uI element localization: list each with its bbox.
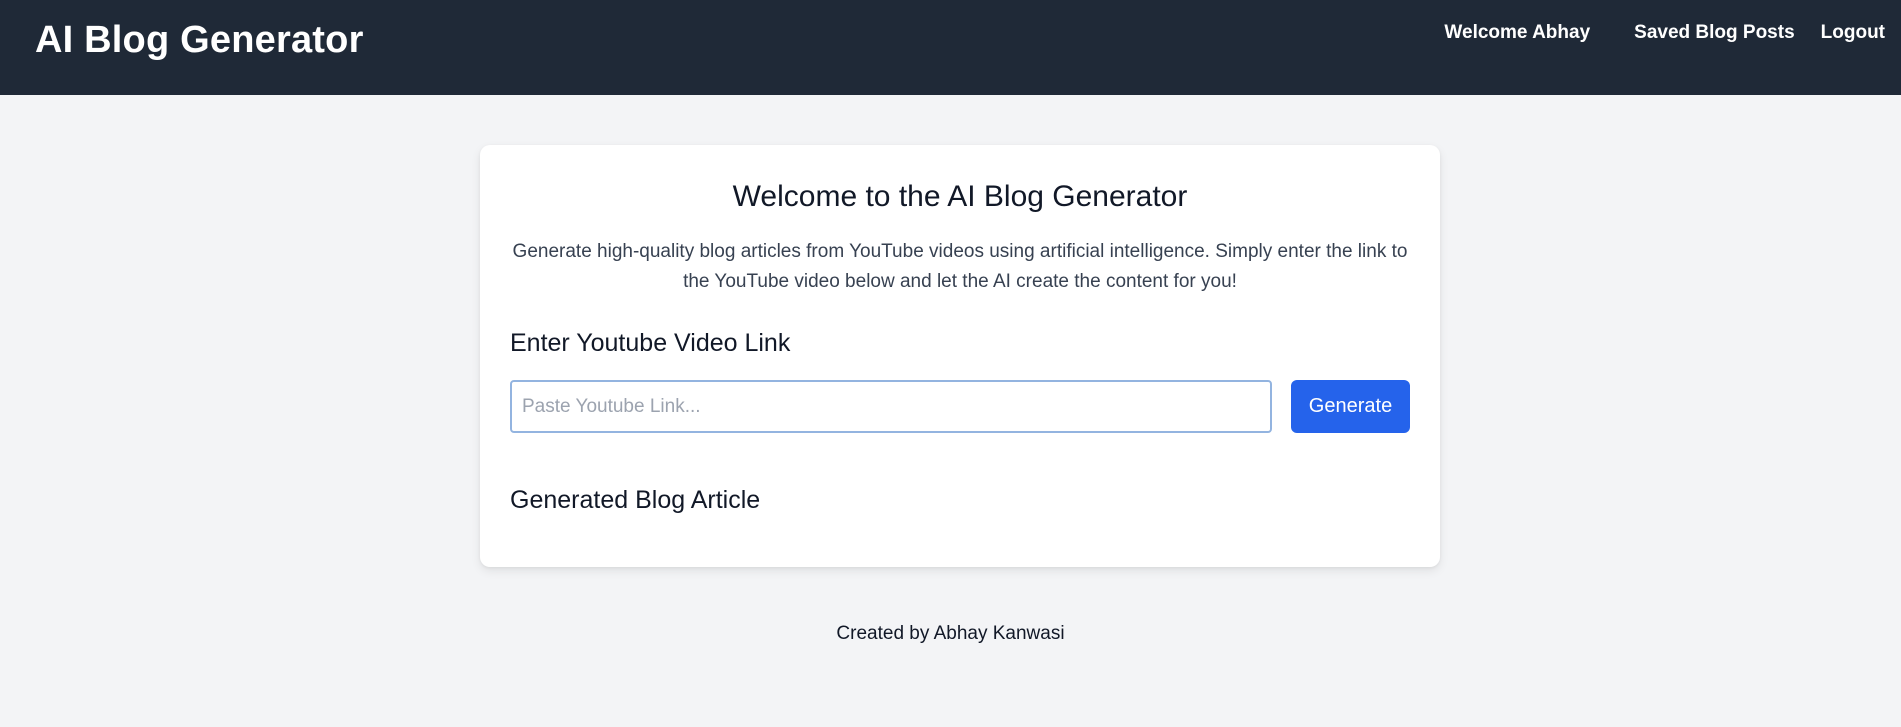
footer-credit: Created by Abhay Kanwasi	[836, 623, 1065, 644]
generated-article-heading: Generated Blog Article	[510, 486, 761, 514]
generate-button[interactable]: Generate	[1291, 380, 1410, 433]
youtube-link-heading: Enter Youtube Video Link	[510, 329, 791, 357]
welcome-prefix: Welcome	[1444, 22, 1528, 43]
top-navbar: AI Blog Generator Welcome Abhay Saved Bl…	[0, 0, 1901, 95]
nav-links: Welcome Abhay Saved Blog Posts Logout	[1444, 20, 1885, 46]
saved-blog-posts-link[interactable]: Saved Blog Posts	[1634, 22, 1795, 44]
logout-link[interactable]: Logout	[1821, 22, 1885, 44]
youtube-link-input[interactable]	[510, 380, 1272, 433]
page-description: Generate high-quality blog articles from…	[512, 241, 1408, 292]
generator-card: Welcome to the AI Blog Generator Generat…	[480, 145, 1440, 567]
page-title: Welcome to the AI Blog Generator	[732, 180, 1188, 213]
welcome-message: Welcome Abhay	[1444, 22, 1590, 44]
app-brand-title: AI Blog Generator	[35, 19, 364, 61]
username: Abhay	[1532, 22, 1591, 43]
